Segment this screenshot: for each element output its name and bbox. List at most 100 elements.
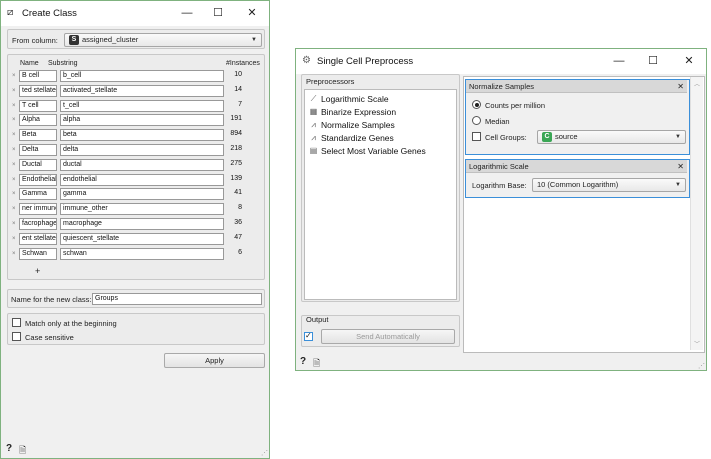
remove-row-icon[interactable]: × <box>12 147 16 153</box>
preprocessor-item[interactable]: ▦ Binarize Expression <box>305 106 454 118</box>
rule-substring-input[interactable]: activated_stellate <box>60 84 224 97</box>
median-radio[interactable] <box>472 116 481 125</box>
rule-name-input[interactable]: ent stellate <box>19 232 57 245</box>
rule-substring-input[interactable]: quiescent_stellate <box>60 232 224 245</box>
remove-row-icon[interactable]: × <box>12 103 16 109</box>
help-icon[interactable]: ? <box>6 443 12 454</box>
remove-row-icon[interactable]: × <box>12 191 16 197</box>
remove-row-icon[interactable]: × <box>12 88 16 94</box>
normalize-header: Normalize Samples ✕ <box>466 80 687 93</box>
rule-instance-count: 7 <box>238 100 242 108</box>
close-button[interactable]: ✕ <box>243 6 261 20</box>
output-label: Output <box>306 315 329 324</box>
rule-substring-input[interactable]: alpha <box>60 114 224 127</box>
create-class-window: ⧄ Create Class — ☐ ✕ From column: Sassig… <box>0 0 270 459</box>
remove-log-scale-icon[interactable]: ✕ <box>677 160 684 173</box>
preprocessor-label: Binarize Expression <box>321 107 397 117</box>
create-class-titlebar: ⧄ Create Class — ☐ ✕ <box>1 1 269 26</box>
rule-name-input[interactable]: B cell <box>19 70 57 82</box>
single-cell-titlebar: ⚙ Single Cell Preprocess — ☐ ✕ <box>296 49 706 74</box>
rule-name-input[interactable]: T cell <box>19 99 57 112</box>
preprocessor-item[interactable]: ⩘ Standardize Genes <box>305 132 454 144</box>
rule-substring-input[interactable]: t_cell <box>60 99 224 112</box>
rule-name-input[interactable]: Endothelial <box>19 173 57 186</box>
report-icon[interactable]: 🗎 <box>19 443 26 459</box>
preprocessor-label: Standardize Genes <box>321 133 394 143</box>
remove-row-icon[interactable]: × <box>12 221 16 227</box>
col-substring-header: Substring <box>48 60 78 67</box>
rule-name-input[interactable]: Schwan <box>19 247 57 260</box>
rule-substring-input[interactable]: ductal <box>60 158 224 171</box>
rule-substring-input[interactable]: delta <box>60 144 224 156</box>
chevron-down-icon: ▼ <box>251 37 257 43</box>
apply-button[interactable]: Apply <box>164 353 265 368</box>
remove-row-icon[interactable]: × <box>12 236 16 242</box>
window-title: Single Cell Preprocess <box>317 56 414 67</box>
log-scale-title: Logarithmic Scale <box>469 162 529 171</box>
preprocessor-item[interactable]: ▤ Select Most Variable Genes <box>305 145 454 157</box>
help-icon[interactable]: ? <box>300 356 306 367</box>
settings-scrollbar[interactable]: ︿ ﹀ <box>690 77 703 350</box>
from-column-label: From column: <box>12 36 58 45</box>
send-automatically-button[interactable]: Send Automatically <box>321 329 455 344</box>
rule-substring-input[interactable]: beta <box>60 129 224 142</box>
add-row-button[interactable]: + <box>35 266 40 276</box>
from-column-select[interactable]: Sassigned_cluster ▼ <box>64 33 262 47</box>
rule-name-input[interactable]: Gamma <box>19 188 57 201</box>
rule-instance-count: 191 <box>230 115 242 123</box>
normalize-samples-box: Normalize Samples ✕ Counts per million M… <box>465 79 690 155</box>
log-scale-box: Logarithmic Scale ✕ Logarithm Base: 10 (… <box>465 159 690 198</box>
minimize-button[interactable]: — <box>610 54 628 68</box>
preprocessor-item[interactable]: ⟋ Logarithmic Scale <box>305 93 454 105</box>
maximize-button[interactable]: ☐ <box>209 6 227 20</box>
rule-name-input[interactable]: Beta <box>19 129 57 142</box>
log-base-value: 10 (Common Logarithm) <box>537 180 619 189</box>
cell-groups-select[interactable]: Csource ▼ <box>537 130 686 144</box>
median-label: Median <box>485 117 510 126</box>
rule-name-input[interactable]: ted stellate <box>19 84 57 97</box>
remove-row-icon[interactable]: × <box>12 206 16 212</box>
rule-substring-input[interactable]: gamma <box>60 188 224 201</box>
scroll-down-icon[interactable]: ﹀ <box>694 339 700 348</box>
rule-row: × ted stellate activated_stellate 14 <box>8 84 264 98</box>
preprocessor-label: Select Most Variable Genes <box>321 146 426 156</box>
cpm-radio[interactable] <box>472 100 481 109</box>
remove-row-icon[interactable]: × <box>12 251 16 257</box>
rule-name-input[interactable]: Alpha <box>19 114 57 127</box>
remove-normalize-icon[interactable]: ✕ <box>677 80 684 93</box>
rule-substring-input[interactable]: schwan <box>60 247 224 260</box>
col-instances-header: #Instances <box>226 60 260 67</box>
match-beginning-checkbox[interactable] <box>12 318 21 327</box>
preprocessor-item[interactable]: ⩘ Normalize Samples <box>305 119 454 131</box>
close-button[interactable]: ✕ <box>680 54 698 68</box>
rule-name-input[interactable]: facrophage <box>19 218 57 230</box>
cell-groups-checkbox[interactable] <box>472 132 481 141</box>
log-base-select[interactable]: 10 (Common Logarithm) ▼ <box>532 178 686 192</box>
send-auto-checkbox[interactable]: ✓ <box>304 331 313 341</box>
maximize-button[interactable]: ☐ <box>644 54 662 68</box>
minimize-button[interactable]: — <box>178 6 196 20</box>
case-sensitive-label: Case sensitive <box>25 333 74 342</box>
rule-name-input[interactable]: Delta <box>19 144 57 156</box>
log-base-label: Logarithm Base: <box>472 181 527 190</box>
remove-row-icon[interactable]: × <box>12 132 16 138</box>
remove-row-icon[interactable]: × <box>12 117 16 123</box>
rule-substring-input[interactable]: endothelial <box>60 173 224 186</box>
remove-row-icon[interactable]: × <box>12 162 16 168</box>
rule-name-input[interactable]: ner immune <box>19 203 57 216</box>
rule-substring-input[interactable]: macrophage <box>60 218 224 230</box>
new-class-input[interactable]: Groups <box>92 293 262 305</box>
case-sensitive-checkbox[interactable] <box>12 332 21 341</box>
rule-substring-input[interactable]: immune_other <box>60 203 224 216</box>
window-title: Create Class <box>22 8 77 19</box>
report-icon[interactable]: 🗎 <box>313 356 320 372</box>
resize-grip-icon[interactable]: ⋰ <box>261 449 268 457</box>
rule-substring-input[interactable]: b_cell <box>60 70 224 82</box>
preprocessor-label: Logarithmic Scale <box>321 94 389 104</box>
remove-row-icon[interactable]: × <box>12 73 16 79</box>
remove-row-icon[interactable]: × <box>12 177 16 183</box>
rule-name-input[interactable]: Ductal <box>19 158 57 171</box>
resize-grip-icon[interactable]: ⋰ <box>698 362 705 370</box>
scroll-up-icon[interactable]: ︿ <box>694 79 700 88</box>
rule-instance-count: 41 <box>234 189 242 197</box>
